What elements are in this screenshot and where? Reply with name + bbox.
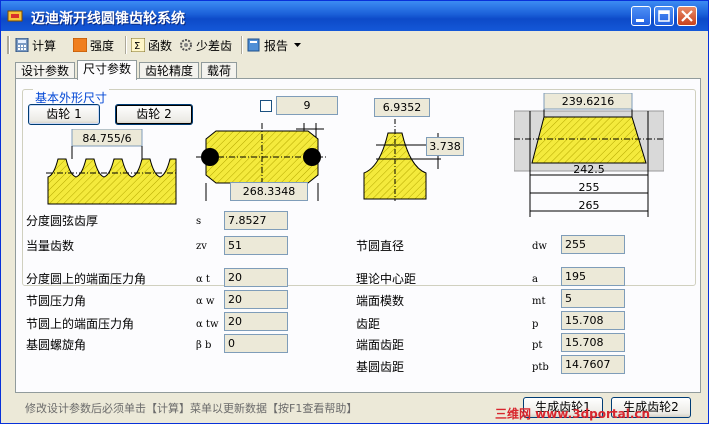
transverse-pressure-angle-label: 分度圆上的端面压力角 — [26, 272, 147, 286]
report-icon — [247, 38, 260, 52]
transverse-module-label: 端面模数 — [356, 294, 405, 308]
tab-design-params[interactable]: 设计参数 — [15, 62, 76, 79]
cone-d3-value: 265 — [579, 199, 600, 212]
calc-button[interactable]: 计算 — [15, 35, 56, 55]
pitch-label: 齿距 — [356, 317, 381, 331]
box-top-field: 9 — [276, 96, 338, 115]
app-icon — [7, 10, 23, 22]
transverse-module-field: 5 — [561, 289, 625, 308]
base-helix-angle-symbol: β b — [196, 340, 212, 351]
chordal-thickness-field: 7.8527 — [224, 211, 288, 230]
pitch-diameter-field: 255 — [561, 235, 625, 254]
cone-d1-value: 242.5 — [573, 163, 605, 176]
strength-button[interactable]: 强度 — [73, 35, 114, 55]
transverse-pressure-angle-field: 20 — [224, 268, 288, 287]
maximize-icon — [658, 10, 670, 22]
pitch-diameter-symbol: dw — [532, 241, 547, 252]
sigma-icon: Σ — [131, 38, 145, 52]
svg-text:Σ: Σ — [134, 41, 140, 52]
tab-load[interactable]: 载荷 — [201, 62, 238, 79]
cone-top-value: 239.6216 — [562, 95, 615, 108]
function-button[interactable]: Σ 函数 — [131, 35, 172, 55]
transverse-pitch-label: 端面齿距 — [356, 338, 405, 352]
base-pitch-symbol: ptb — [532, 362, 549, 373]
base-pitch-label: 基圆齿距 — [356, 360, 405, 374]
report-button[interactable]: 报告 — [247, 35, 303, 55]
close-icon — [681, 10, 693, 22]
gear1-button[interactable]: 齿轮 1 — [28, 104, 100, 125]
few-teeth-button[interactable]: 少差齿 — [179, 35, 232, 55]
equivalent-teeth-symbol: zv — [196, 241, 207, 252]
base-helix-angle-field: 0 — [224, 334, 288, 353]
transverse-pitch-field: 15.708 — [561, 333, 625, 352]
calc-label: 计算 — [32, 38, 57, 53]
gear2-button[interactable]: 齿轮 2 — [115, 104, 193, 125]
strength-icon — [73, 38, 87, 52]
cone-d2-value: 255 — [579, 181, 600, 194]
chordal-thickness-symbol: s — [196, 216, 202, 227]
minimize-button[interactable] — [631, 6, 651, 26]
option-checkbox[interactable] — [260, 100, 272, 112]
center-distance-label: 理论中心距 — [356, 272, 417, 286]
main-window: 迈迪渐开线圆锥齿轮系统 计算 强度 Σ 函数 少差齿 报告 设计参数 尺寸参数 … — [0, 0, 709, 424]
tab-size-params[interactable]: 尺寸参数 — [77, 60, 138, 80]
pitch-transverse-angle-field: 20 — [224, 312, 288, 331]
function-label: 函数 — [148, 38, 173, 53]
tab-gear-accuracy[interactable]: 齿轮精度 — [139, 62, 200, 79]
base-pitch-field: 14.7607 — [561, 355, 625, 374]
pitch-field: 15.708 — [561, 311, 625, 330]
pitch-diameter-label: 节圆直径 — [356, 239, 405, 253]
tooth-height-field: 6.9352 — [374, 98, 430, 117]
pitch-pressure-angle-label: 节圆压力角 — [26, 294, 87, 308]
gear-icon — [180, 39, 192, 51]
equivalent-teeth-label: 当量齿数 — [26, 239, 75, 253]
transverse-pressure-angle-symbol: α t — [196, 274, 210, 285]
minimize-icon — [636, 19, 644, 22]
maximize-button[interactable] — [654, 6, 674, 26]
close-button[interactable] — [677, 6, 697, 26]
equivalent-teeth-field: 51 — [224, 236, 288, 255]
chevron-down-icon — [294, 43, 302, 47]
cone-figure: 239.6216 242.5 255 265 — [514, 93, 664, 217]
transverse-pitch-symbol: pt — [532, 340, 543, 351]
status-hint: 修改设计参数后必须单击【计算】菜单以更新数据【按F1查看帮助】 — [25, 402, 358, 415]
bore-width-field: 268.3348 — [230, 182, 308, 201]
pitch-symbol: p — [532, 319, 539, 330]
report-label: 报告 — [264, 38, 289, 53]
center-distance-symbol: a — [532, 274, 538, 285]
window-title: 迈迪渐开线圆锥齿轮系统 — [31, 11, 185, 27]
center-distance-field: 195 — [561, 267, 625, 286]
tooth-depth-field: 3.738 — [426, 137, 464, 156]
transverse-module-symbol: mt — [532, 296, 546, 307]
title-bar: 迈迪渐开线圆锥齿轮系统 — [1, 1, 708, 31]
watermark: 三维网 www.3dportal.cn — [495, 405, 650, 422]
watermark-text: 三维网 www.3dportal.cn — [495, 407, 651, 421]
size-params-panel: 基本外形尺寸 齿轮 1 齿轮 2 84.755/6 9 268.3348 6.9… — [15, 78, 701, 393]
toolbar: 计算 强度 Σ 函数 少差齿 报告 — [5, 33, 705, 57]
pitch-transverse-angle-label: 节圆上的端面压力角 — [26, 317, 135, 331]
pitch-pressure-angle-symbol: α w — [196, 296, 215, 307]
tooth-detail-figure — [363, 119, 441, 201]
tooth-profile-figure: 84.755/6 — [46, 129, 178, 205]
calculator-icon — [15, 38, 29, 52]
base-helix-angle-label: 基圆螺旋角 — [26, 338, 87, 352]
pitch-pressure-angle-field: 20 — [224, 290, 288, 309]
chordal-thickness-label: 分度圆弦齿厚 — [26, 214, 99, 228]
few-teeth-label: 少差齿 — [196, 38, 233, 53]
pitch-transverse-angle-symbol: α tw — [196, 319, 219, 330]
strength-label: 强度 — [90, 38, 115, 53]
tooth-pitch-value: 84.755/6 — [82, 132, 131, 145]
